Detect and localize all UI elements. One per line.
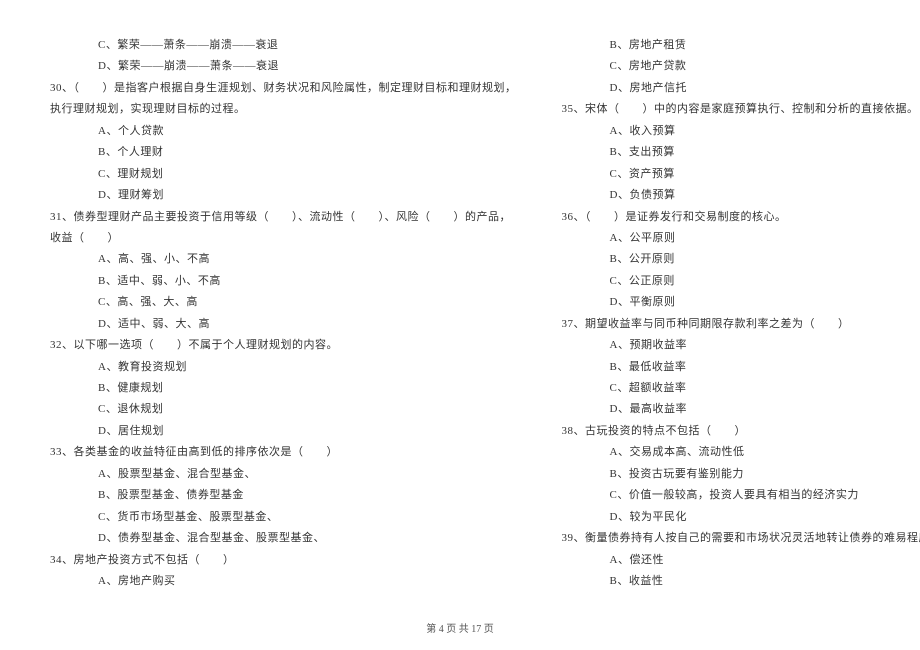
q34-option-c: C、房地产贷款 [562, 56, 920, 77]
q33-option-a: A、股票型基金、混合型基金、 [50, 464, 517, 485]
q30-option-d: D、理财筹划 [50, 185, 517, 206]
content-columns: C、繁荣——萧条——崩溃——衰退 D、繁荣——崩溃——萧条——衰退 30、（ ）… [50, 35, 870, 605]
page-footer: 第 4 页 共 17 页 [0, 620, 920, 635]
question-34: 34、房地产投资方式不包括（ ） [50, 550, 517, 571]
question-35: 35、宋体（ ）中的内容是家庭预算执行、控制和分析的直接依据。 [562, 99, 920, 120]
q29-option-c: C、繁荣——萧条——崩溃——衰退 [50, 35, 517, 56]
q33-option-d: D、债券型基金、混合型基金、股票型基金、 [50, 528, 517, 549]
q33-option-b: B、股票型基金、债券型基金 [50, 485, 517, 506]
q34-option-a: A、房地产购买 [50, 571, 517, 592]
question-32: 32、以下哪一选项（ ）不属于个人理财规划的内容。 [50, 335, 517, 356]
question-31-cont: 收益（ ） [50, 228, 517, 249]
question-33: 33、各类基金的收益特征由高到低的排序依次是（ ） [50, 442, 517, 463]
question-39: 39、衡量债券持有人按自己的需要和市场状况灵活地转让债券的难易程度的指标是（ ） [562, 528, 920, 549]
q30-option-a: A、个人贷款 [50, 121, 517, 142]
q38-option-b: B、投资古玩要有鉴别能力 [562, 464, 920, 485]
q34-option-d: D、房地产信托 [562, 78, 920, 99]
q34-option-b: B、房地产租赁 [562, 35, 920, 56]
q32-option-a: A、教育投资规划 [50, 357, 517, 378]
q37-option-d: D、最高收益率 [562, 399, 920, 420]
q37-option-b: B、最低收益率 [562, 357, 920, 378]
q38-option-c: C、价值一般较高，投资人要具有相当的经济实力 [562, 485, 920, 506]
q37-option-a: A、预期收益率 [562, 335, 920, 356]
right-column: B、房地产租赁 C、房地产贷款 D、房地产信托 35、宋体（ ）中的内容是家庭预… [562, 35, 920, 605]
q39-option-b: B、收益性 [562, 571, 920, 592]
q38-option-d: D、较为平民化 [562, 507, 920, 528]
q35-option-a: A、收入预算 [562, 121, 920, 142]
q31-option-a: A、高、强、小、不高 [50, 249, 517, 270]
q31-option-c: C、高、强、大、高 [50, 292, 517, 313]
question-30: 30、（ ）是指客户根据自身生涯规划、财务状况和风险属性，制定理财目标和理财规划… [50, 78, 517, 99]
q39-option-a: A、偿还性 [562, 550, 920, 571]
q35-option-c: C、资产预算 [562, 164, 920, 185]
question-37: 37、期望收益率与同币种同期限存款利率之差为（ ） [562, 314, 920, 335]
q31-option-d: D、适中、弱、大、高 [50, 314, 517, 335]
question-30-cont: 执行理财规划，实现理财目标的过程。 [50, 99, 517, 120]
q38-option-a: A、交易成本高、流动性低 [562, 442, 920, 463]
q31-option-b: B、适中、弱、小、不高 [50, 271, 517, 292]
q35-option-d: D、负债预算 [562, 185, 920, 206]
question-36: 36、（ ）是证券发行和交易制度的核心。 [562, 207, 920, 228]
q36-option-d: D、平衡原则 [562, 292, 920, 313]
q30-option-b: B、个人理财 [50, 142, 517, 163]
q32-option-b: B、健康规划 [50, 378, 517, 399]
q36-option-b: B、公开原则 [562, 249, 920, 270]
q29-option-d: D、繁荣——崩溃——萧条——衰退 [50, 56, 517, 77]
q30-option-c: C、理财规划 [50, 164, 517, 185]
q32-option-d: D、居住规划 [50, 421, 517, 442]
q32-option-c: C、退休规划 [50, 399, 517, 420]
question-31: 31、债券型理财产品主要投资于信用等级（ ）、流动性（ ）、风险（ ）的产品， [50, 207, 517, 228]
q36-option-c: C、公正原则 [562, 271, 920, 292]
q37-option-c: C、超额收益率 [562, 378, 920, 399]
question-38: 38、古玩投资的特点不包括（ ） [562, 421, 920, 442]
q33-option-c: C、货币市场型基金、股票型基金、 [50, 507, 517, 528]
q36-option-a: A、公平原则 [562, 228, 920, 249]
q35-option-b: B、支出预算 [562, 142, 920, 163]
left-column: C、繁荣——萧条——崩溃——衰退 D、繁荣——崩溃——萧条——衰退 30、（ ）… [50, 35, 517, 605]
